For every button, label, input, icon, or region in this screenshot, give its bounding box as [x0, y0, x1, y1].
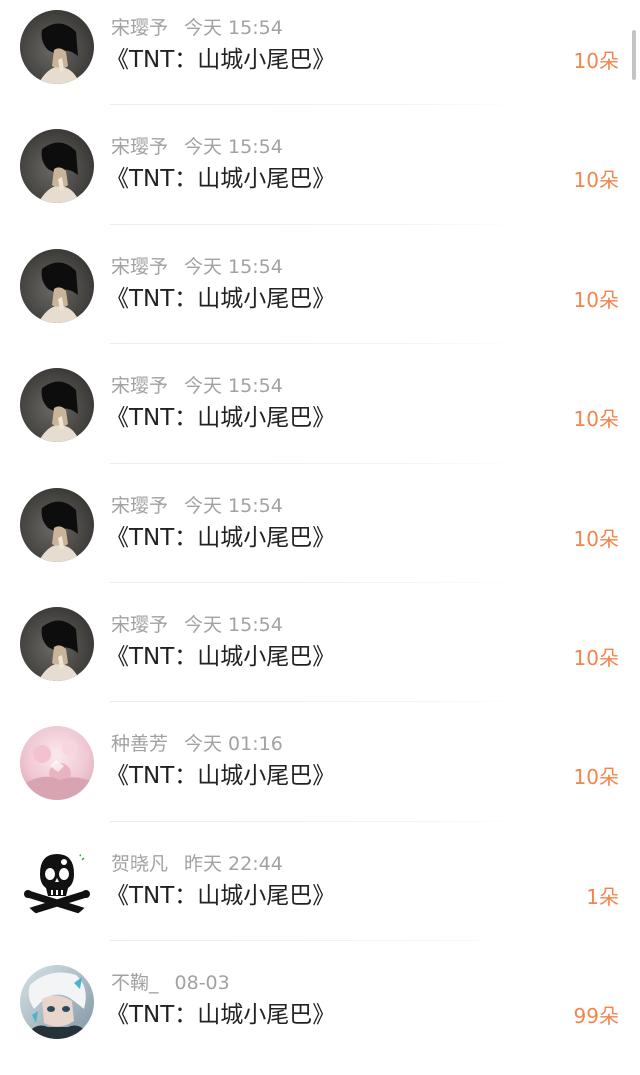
avatar[interactable] [20, 10, 94, 84]
book-title[interactable]: 《TNT：山城小尾巴》 [106, 164, 335, 194]
timestamp: 今天 15:54 [184, 613, 283, 636]
gift-record-list: 宋璎予 今天 15:54 《TNT：山城小尾巴》 10朵 宋璎予 今天 15:5… [0, 0, 640, 1075]
pink-blossom-icon [20, 726, 94, 801]
gift-amount: 10朵 [573, 765, 619, 790]
user-name[interactable]: 宋璎予 [111, 614, 168, 636]
book-title[interactable]: 《TNT：山城小尾巴》 [106, 403, 335, 433]
list-item[interactable]: 不鞠_ 08-03 《TNT：山城小尾巴》 99朵 [0, 955, 640, 1074]
record-meta: 宋璎予 今天 15:54 [111, 494, 283, 518]
timestamp: 昨天 22:44 [184, 852, 283, 875]
dark-portrait-icon [20, 10, 94, 84]
gift-amount: 10朵 [573, 49, 619, 73]
user-name[interactable]: 不鞠_ [111, 972, 159, 994]
book-title[interactable]: 《TNT：山城小尾巴》 [106, 761, 335, 791]
avatar[interactable] [20, 965, 94, 1040]
timestamp: 今天 15:54 [184, 17, 283, 39]
user-name[interactable]: 宋璎予 [111, 256, 168, 278]
gift-amount: 10朵 [573, 526, 619, 551]
user-name[interactable]: 宋璎予 [111, 136, 168, 158]
avatar[interactable] [20, 606, 94, 681]
gift-amount: 10朵 [573, 407, 619, 432]
anime-character-icon [20, 965, 94, 1040]
book-title[interactable]: 《TNT：山城小尾巴》 [106, 45, 335, 75]
timestamp: 今天 15:54 [184, 136, 283, 159]
list-item[interactable]: 宋璎予 今天 15:54 《TNT：山城小尾巴》 10朵 [0, 597, 640, 716]
list-item[interactable]: 贺晓凡 昨天 22:44 《TNT：山城小尾巴》 1朵 [0, 836, 640, 955]
list-item[interactable]: 宋璎予 今天 15:54 《TNT：山城小尾巴》 10朵 [0, 119, 640, 238]
dark-portrait-icon [20, 368, 94, 443]
book-title[interactable]: 《TNT：山城小尾巴》 [106, 523, 335, 553]
list-item[interactable]: 宋璎予 今天 15:54 《TNT：山城小尾巴》 10朵 [0, 0, 640, 119]
user-name[interactable]: 宋璎予 [111, 375, 168, 397]
book-title[interactable]: 《TNT：山城小尾巴》 [106, 284, 335, 314]
record-meta: 宋璎予 今天 15:54 [111, 613, 283, 637]
user-name[interactable]: 贺晓凡 [111, 853, 168, 875]
book-title[interactable]: 《TNT：山城小尾巴》 [106, 1000, 335, 1030]
gift-amount: 10朵 [573, 168, 619, 193]
timestamp: 08-03 [174, 972, 230, 995]
record-meta: 宋璎予 今天 15:54 [111, 374, 283, 398]
user-name[interactable]: 种善芳 [111, 733, 168, 755]
avatar[interactable] [20, 129, 94, 204]
gift-amount: 10朵 [573, 645, 619, 670]
list-item[interactable]: 种善芳 今天 01:16 《TNT：山城小尾巴》 10朵 [0, 716, 640, 835]
divider [110, 343, 528, 345]
list-item[interactable]: 宋璎予 今天 15:54 《TNT：山城小尾巴》 10朵 [0, 478, 640, 597]
avatar[interactable] [20, 845, 94, 920]
timestamp: 今天 15:54 [184, 494, 283, 517]
divider [110, 462, 528, 464]
timestamp: 今天 01:16 [184, 733, 283, 756]
avatar[interactable] [20, 726, 94, 801]
divider [110, 820, 528, 822]
timestamp: 今天 15:54 [184, 255, 283, 278]
record-meta: 种善芳 今天 01:16 [111, 732, 283, 756]
timestamp: 今天 15:54 [184, 375, 283, 398]
divider [110, 701, 528, 703]
user-name[interactable]: 宋璎予 [111, 17, 168, 39]
gift-amount: 1朵 [586, 884, 619, 909]
record-meta: 宋璎予 今天 15:54 [111, 135, 283, 159]
skull-icon [20, 845, 94, 920]
avatar[interactable] [20, 248, 94, 323]
avatar[interactable] [20, 368, 94, 443]
scrollbar[interactable] [632, 30, 636, 80]
divider [110, 104, 528, 106]
book-title[interactable]: 《TNT：山城小尾巴》 [106, 642, 335, 672]
list-item[interactable]: 宋璎予 今天 15:54 《TNT：山城小尾巴》 10朵 [0, 358, 640, 477]
divider [110, 581, 528, 583]
book-title[interactable]: 《TNT：山城小尾巴》 [106, 881, 335, 911]
dark-portrait-icon [20, 248, 94, 323]
divider [110, 223, 528, 225]
user-name[interactable]: 宋璎予 [111, 495, 168, 517]
list-item[interactable]: 宋璎予 今天 15:54 《TNT：山城小尾巴》 10朵 [0, 239, 640, 358]
avatar[interactable] [20, 487, 94, 562]
dark-portrait-icon [20, 606, 94, 681]
record-meta: 宋璎予 今天 15:54 [111, 255, 283, 279]
dark-portrait-icon [20, 487, 94, 562]
gift-amount: 99朵 [573, 1004, 619, 1029]
record-meta: 贺晓凡 昨天 22:44 [111, 852, 283, 876]
divider [110, 940, 528, 942]
gift-amount: 10朵 [573, 287, 619, 312]
record-meta: 不鞠_ 08-03 [111, 971, 230, 995]
record-meta: 宋璎予 今天 15:54 [111, 16, 283, 40]
dark-portrait-icon [20, 129, 94, 204]
